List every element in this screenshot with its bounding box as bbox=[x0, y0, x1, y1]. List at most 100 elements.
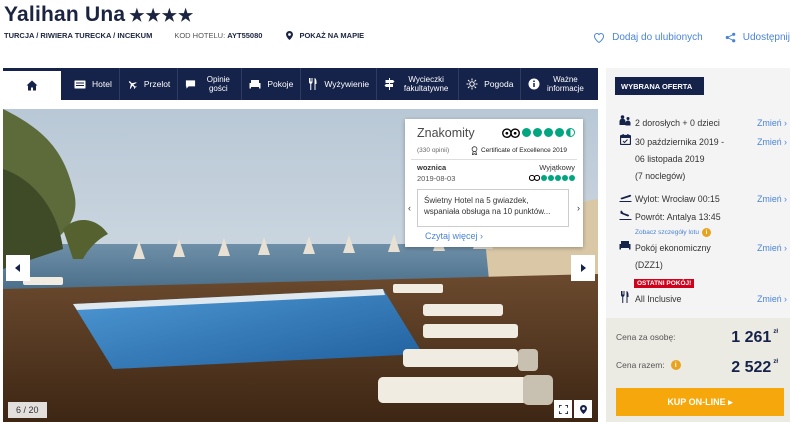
fullscreen-icon bbox=[558, 404, 568, 414]
tab-weather[interactable]: Pogoda bbox=[459, 68, 522, 100]
add-to-favorites-button[interactable]: Dodaj do ulubionych bbox=[593, 32, 703, 43]
opinions-count: (330 opinii) bbox=[417, 147, 450, 154]
show-map-label: POKAŻ NA MAPIE bbox=[299, 31, 365, 40]
hotel-title: Yalihan Una ★★★★ bbox=[4, 3, 194, 27]
tab-excursions-label: Wycieczki fakultatywne bbox=[403, 75, 449, 93]
map-location-button[interactable] bbox=[574, 400, 592, 418]
share-label: Udostępnij bbox=[742, 32, 790, 43]
offer-persons: 2 dorosłych + 0 dzieci bbox=[635, 118, 720, 128]
tab-important-info-label: Ważne informacje bbox=[546, 75, 584, 93]
fullscreen-button[interactable] bbox=[554, 400, 572, 418]
divider bbox=[411, 159, 577, 160]
offer-nights: (7 noclegów) bbox=[635, 171, 686, 181]
change-dates-link[interactable]: Zmień › bbox=[757, 134, 787, 185]
tab-hotel-label: Hotel bbox=[92, 79, 112, 89]
breadcrumb: TURCJA / RIWIERA TURECKA / INCEKUM bbox=[4, 31, 153, 40]
gallery-next-button[interactable] bbox=[571, 255, 595, 281]
hotel-code: KOD HOTELU: AYT55080 bbox=[174, 31, 262, 40]
tab-flight[interactable]: Przelot bbox=[120, 68, 179, 100]
change-room-link[interactable]: Zmień › bbox=[757, 240, 787, 274]
cutlery-icon bbox=[308, 78, 318, 90]
buy-online-button[interactable]: KUP ON-LINE ▸ bbox=[616, 388, 784, 416]
certificate-of-excellence: Certificate of Excellence 2019 bbox=[471, 146, 567, 155]
price-total-label-wrap: Cena razem: i bbox=[616, 360, 681, 370]
tab-rooms[interactable]: Pokoje bbox=[242, 68, 302, 100]
offer-persons-row: 2 dorosłych + 0 dzieci Zmień › bbox=[615, 115, 787, 132]
tab-home[interactable] bbox=[3, 68, 61, 100]
tab-important-info[interactable]: Ważne informacje bbox=[521, 68, 591, 100]
rating-bubble bbox=[522, 128, 531, 137]
rating-dots bbox=[520, 128, 575, 137]
offer-board-row: All Inclusive Zmień › bbox=[615, 291, 787, 308]
rating-dot bbox=[562, 174, 568, 181]
show-map-link[interactable]: POKAŻ NA MAPIE bbox=[286, 31, 364, 40]
offer-room-row: Pokój ekonomiczny (DZZ1) Zmień › bbox=[615, 240, 787, 274]
gallery-counter: 6 / 20 bbox=[8, 402, 47, 418]
review-author: woznica bbox=[417, 163, 447, 172]
review-quote: Świetny Hotel na 5 gwiazdek, wspaniała o… bbox=[417, 189, 569, 227]
rating-bubble bbox=[544, 128, 553, 137]
hotel-icon bbox=[74, 80, 86, 89]
plane-icon bbox=[127, 79, 138, 90]
price-total: 2 522 zł bbox=[731, 359, 778, 377]
offer-board: All Inclusive bbox=[635, 294, 682, 304]
change-board-link[interactable]: Zmień › bbox=[757, 291, 787, 308]
price-total-label: Cena razem: bbox=[616, 360, 665, 370]
offer-date-from: 30 października 2019 - bbox=[635, 137, 725, 147]
tripadvisor-review-card: Znakomity (330 opinii) Certificate of Ex… bbox=[405, 119, 583, 247]
gallery-tools bbox=[554, 400, 592, 418]
hotel-nav: Hotel Przelot Opinie gości Pokoje Wyżywi… bbox=[3, 68, 598, 100]
review-rating bbox=[529, 174, 575, 181]
offer-room-name: Pokój ekonomiczny bbox=[635, 243, 711, 253]
tab-hotel[interactable]: Hotel bbox=[61, 68, 120, 100]
tab-weather-label: Pogoda bbox=[484, 79, 514, 89]
offer-dates: 30 października 2019 - 06 listopada 2019 (… bbox=[635, 134, 757, 185]
cutlery-icon bbox=[615, 291, 635, 308]
chevron-right-icon bbox=[581, 264, 586, 272]
hotel-code-label: KOD HOTELU: bbox=[174, 31, 226, 40]
review-date: 2019-08-03 bbox=[417, 174, 456, 183]
rating-bubble bbox=[533, 128, 542, 137]
flight-details-link[interactable]: Zobacz szczegóły lotu i bbox=[635, 228, 711, 237]
hotel-code-value: AYT55080 bbox=[227, 31, 263, 40]
tripadvisor-rating bbox=[502, 127, 575, 138]
read-more-link[interactable]: Czytaj więcej › bbox=[425, 231, 483, 241]
offer-return: Powrót: Antalya 13:45 bbox=[635, 212, 721, 222]
sun-icon bbox=[466, 78, 478, 90]
tripadvisor-owl-icon bbox=[529, 174, 540, 181]
price-per-person-value: 1 261 bbox=[731, 329, 772, 346]
offer-header: WYBRANA OFERTA bbox=[615, 77, 705, 95]
award-icon bbox=[471, 146, 478, 155]
change-flight-link[interactable]: Zmień › bbox=[757, 191, 787, 208]
offer-room-code: (DZZ1) bbox=[635, 260, 663, 270]
calendar-icon bbox=[615, 134, 635, 185]
heart-icon bbox=[594, 32, 605, 43]
favorites-label: Dodaj do ulubionych bbox=[612, 32, 703, 43]
home-icon bbox=[26, 80, 38, 91]
last-room-badge: OSTATNI POKÓJ! bbox=[634, 279, 695, 288]
tab-excursions[interactable]: Wycieczki fakultatywne bbox=[377, 68, 460, 100]
tab-board[interactable]: Wyżywienie bbox=[301, 68, 378, 100]
tab-reviews[interactable]: Opinie gości bbox=[178, 68, 243, 100]
certificate-label: Certificate of Excellence 2019 bbox=[481, 147, 567, 154]
rating-dot bbox=[569, 174, 575, 181]
rating-word: Znakomity bbox=[417, 126, 475, 140]
offer-departure: Wylot: Wrocław 00:15 bbox=[635, 194, 720, 204]
signpost-icon bbox=[384, 78, 395, 90]
share-icon bbox=[725, 32, 736, 43]
review-next-button[interactable]: › bbox=[577, 203, 580, 213]
map-pin-icon bbox=[286, 31, 294, 40]
selected-offer-panel: WYBRANA OFERTA 2 dorosłych + 0 dzieci Zm… bbox=[606, 68, 790, 422]
review-prev-button[interactable]: ‹ bbox=[408, 203, 411, 213]
chevron-left-icon bbox=[15, 264, 20, 272]
change-persons-link[interactable]: Zmień › bbox=[757, 115, 787, 132]
takeoff-icon bbox=[615, 191, 635, 208]
rating-bubble bbox=[555, 128, 564, 137]
gallery-prev-button[interactable] bbox=[6, 255, 30, 281]
currency: zł bbox=[773, 329, 778, 335]
share-button[interactable]: Udostępnij bbox=[725, 32, 790, 43]
review-verdict: Wyjątkowy bbox=[539, 163, 575, 172]
tab-board-label: Wyżywienie bbox=[324, 79, 370, 89]
bed-icon bbox=[249, 79, 261, 89]
info-icon[interactable]: i bbox=[670, 360, 681, 370]
